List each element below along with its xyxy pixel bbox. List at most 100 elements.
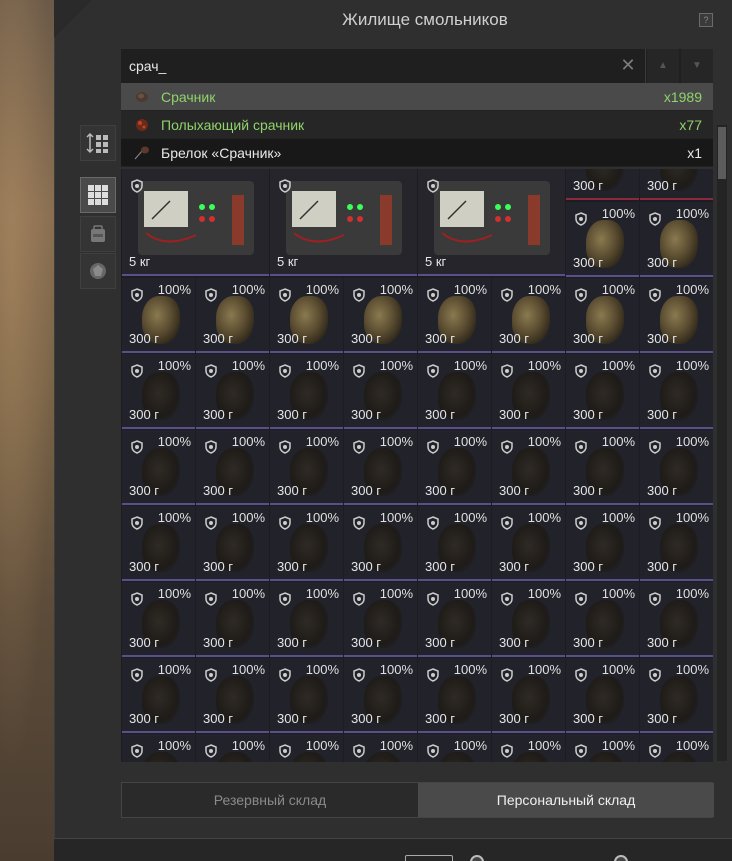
inventory-item[interactable]: 100% [270,734,343,762]
inventory-item[interactable]: 100% 300 г [270,278,343,353]
inventory-item[interactable]: 100% 300 г [270,430,343,505]
inventory-item[interactable]: 100% [640,734,713,762]
inventory-item[interactable]: 100% [196,734,269,762]
inventory-item[interactable]: 100% 300 г [640,582,713,657]
inventory-item[interactable]: 100% 300 г [122,430,195,505]
inventory-item[interactable]: 100% 300 г [492,430,565,505]
item-weight: 300 г [351,483,382,498]
inventory-item[interactable]: 100% 300 г [640,278,713,353]
ore-icon [586,752,624,762]
inventory-item[interactable]: 100% 300 г [344,658,417,733]
inventory-item[interactable]: 100% 300 г [566,658,639,733]
item-durability: 100% [379,358,413,373]
close-icon[interactable]: ✕ [619,56,637,75]
inventory-item[interactable]: 100% 300 г [270,582,343,657]
inventory-item[interactable]: 100% 300 г [122,582,195,657]
item-durability: 100% [379,282,413,297]
suggestion-item[interactable]: Полыхающий срачник x77 [121,111,713,139]
grid-scrollbar[interactable] [717,125,727,761]
inventory-item[interactable]: 100% 300 г [418,354,491,429]
inventory-item[interactable]: 100% 300 г [566,582,639,657]
tab-reserve-storage[interactable]: Резервный склад [122,783,418,817]
inventory-item[interactable]: 100% [418,734,491,762]
inventory-item[interactable]: 100% 300 г [344,582,417,657]
inventory-item[interactable]: 100% 300 г [418,278,491,353]
inventory-item[interactable]: 100% 300 г [418,658,491,733]
inventory-item[interactable]: 100% 300 г [196,582,269,657]
inventory-item[interactable]: 100% 300 г [270,354,343,429]
inventory-item[interactable]: 100% 300 г [196,506,269,581]
inventory-item[interactable]: 100% 300 г [270,658,343,733]
grid-view-button[interactable] [80,177,116,213]
inventory-item[interactable]: 100% 300 г [418,506,491,581]
inventory-item[interactable]: 300 г [640,169,713,200]
inventory-item[interactable]: 100% 300 г [418,582,491,657]
shield-icon [501,440,513,454]
inventory-item[interactable]: 100% 300 г [270,506,343,581]
inventory-item[interactable]: 100% 300 г [492,658,565,733]
inventory-item[interactable]: 100% 300 г [344,354,417,429]
inventory-item[interactable]: 100% 300 г [492,582,565,657]
inventory-item-box[interactable]: 5 кг [270,169,417,276]
inventory-item[interactable]: 300 г [566,169,639,200]
item-weight: 300 г [425,559,456,574]
inventory-item[interactable]: 100% 300 г [196,354,269,429]
inventory-item[interactable]: 100% 300 г [566,506,639,581]
inventory-item[interactable]: 100% [492,734,565,762]
ore-icon [290,752,328,762]
inventory-item[interactable]: 100% 300 г [196,658,269,733]
search-input[interactable] [129,57,609,75]
inventory-item[interactable]: 100% 300 г [640,658,713,733]
inventory-item-box[interactable]: 5 кг [122,169,269,276]
item-weight: 300 г [129,407,160,422]
inventory-item[interactable]: 100% 300 г [122,506,195,581]
inventory-item[interactable]: 100% 300 г [566,202,639,277]
arrow-down-icon[interactable]: ▼ [681,49,713,83]
inventory-item[interactable]: 100% 300 г [640,354,713,429]
item-durability: 100% [601,662,635,677]
inventory-item[interactable]: 100% 300 г [196,278,269,353]
inventory-item[interactable]: 100% 300 г [196,430,269,505]
sort-button[interactable] [80,125,116,161]
shield-icon [353,288,365,302]
item-durability: 100% [453,738,487,753]
help-button[interactable]: ? [699,13,713,27]
shield-icon [501,668,513,682]
inventory-item[interactable]: 100% 300 г [566,354,639,429]
tab-personal-storage[interactable]: Персональный склад [418,783,714,817]
inventory-item[interactable]: 100% [566,734,639,762]
inventory-item[interactable]: 100% 300 г [492,278,565,353]
inventory-item[interactable]: 100% 300 г [344,430,417,505]
inventory-item[interactable]: 100% 300 г [566,430,639,505]
shield-icon [279,288,291,302]
inventory-item[interactable]: 100% [122,734,195,762]
inventory-item[interactable]: 100% [344,734,417,762]
item-durability: 100% [157,434,191,449]
ore-icon [216,752,254,762]
inventory-item[interactable]: 100% 300 г [418,430,491,505]
inventory-item[interactable]: 100% 300 г [640,430,713,505]
item-durability: 100% [231,282,265,297]
item-durability: 100% [305,510,339,525]
shield-icon [575,668,587,682]
resource-filter-button[interactable] [80,253,116,289]
arrow-up-icon[interactable]: ▲ [647,49,679,83]
inventory-item[interactable]: 100% 300 г [492,354,565,429]
inventory-item[interactable]: 100% 300 г [344,506,417,581]
inventory-item[interactable]: 100% 300 г [566,278,639,353]
inventory-item[interactable]: 100% 300 г [640,202,713,277]
inventory-item-box[interactable]: 5 кг [418,169,565,276]
scrollbar-thumb[interactable] [718,127,726,179]
item-durability: 100% [157,662,191,677]
backpack-filter-button[interactable] [80,216,116,252]
suggestion-item[interactable]: Срачник x1989 [121,83,713,111]
inventory-item[interactable]: 100% 300 г [122,278,195,353]
inventory-item[interactable]: 100% 300 г [640,506,713,581]
suggestion-item[interactable]: Брелок «Срачник» x1 [121,139,713,167]
item-durability: 100% [305,282,339,297]
inventory-item[interactable]: 100% 300 г [122,354,195,429]
inventory-item[interactable]: 100% 300 г [344,278,417,353]
item-durability: 100% [453,510,487,525]
inventory-item[interactable]: 100% 300 г [492,506,565,581]
inventory-item[interactable]: 100% 300 г [122,658,195,733]
